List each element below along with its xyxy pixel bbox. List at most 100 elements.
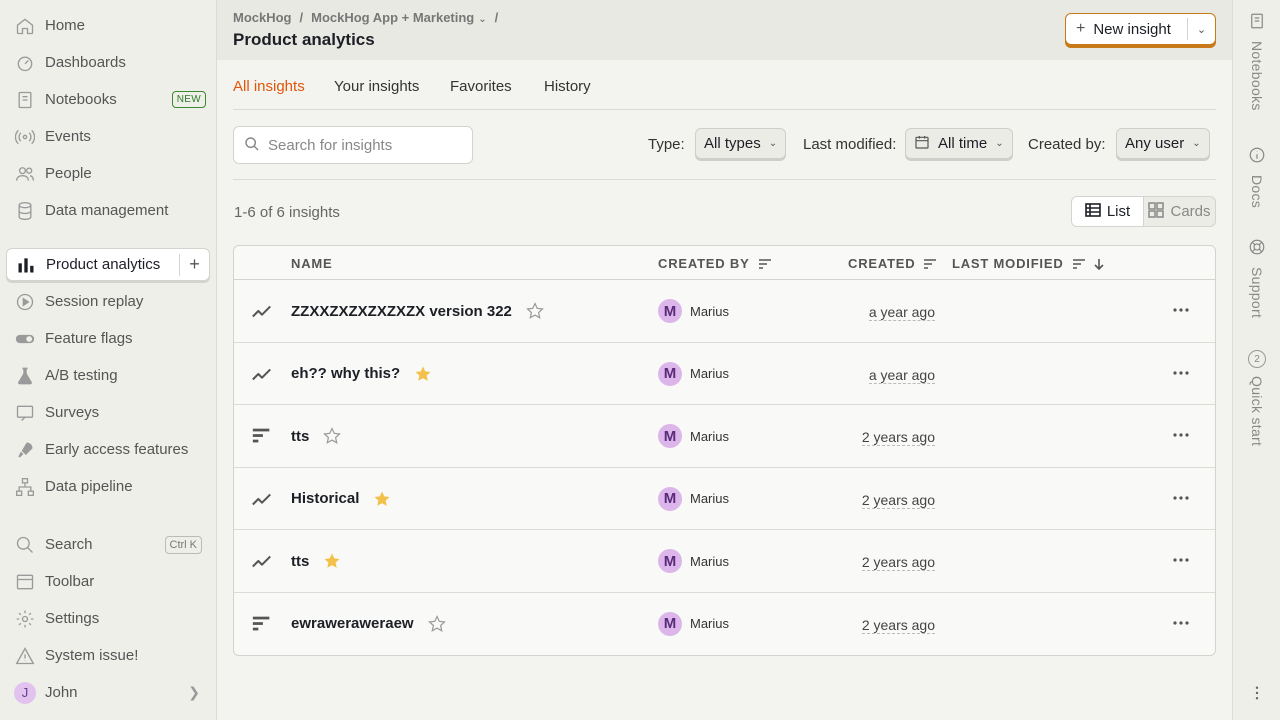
avatar: M [658, 361, 682, 386]
user-menu[interactable]: J John ❯ [6, 676, 210, 709]
list-view-button[interactable]: List [1072, 197, 1144, 226]
table-row[interactable]: ZZXXZXZXZXZXZX version 322 M Marius a year … [234, 280, 1215, 343]
more-options-icon[interactable] [1171, 365, 1191, 381]
calendar-icon [914, 134, 930, 154]
sidebar-item-settings[interactable]: Settings [6, 602, 210, 635]
notebook-icon [14, 89, 36, 111]
breadcrumb: MockHog / MockHog App + Marketing ⌄ / [233, 10, 498, 25]
avatar: M [658, 299, 682, 323]
created-cell: 2 years ago [861, 429, 935, 446]
sidebar-item-home[interactable]: Home [6, 9, 210, 42]
more-options-icon[interactable] [1171, 552, 1191, 568]
user-avatar-wrap: J [14, 681, 36, 704]
created-by-filter-select[interactable]: Any user ⌄ [1116, 128, 1210, 159]
search-icon [244, 136, 260, 155]
insights-table: NAME CREATED BY CREATED LAST MODIFIED ZZ… [233, 245, 1216, 656]
view-toggle: List Cards [1071, 196, 1216, 227]
sidebar-item-feature-flags[interactable]: Feature flags [6, 322, 210, 355]
breadcrumb-org[interactable]: MockHog [233, 10, 292, 25]
sidebar-item-label: Toolbar [45, 573, 95, 590]
sidebar-item-label: Search [45, 536, 93, 553]
column-header-label: CREATED [848, 256, 916, 271]
sidebar-item-label: Home [45, 17, 86, 34]
insight-name-link[interactable]: eh?? why this? [291, 365, 400, 382]
sidebar-item-events[interactable]: Events [6, 120, 210, 153]
table-row[interactable]: tts M Marius 2 years ago [234, 405, 1215, 468]
type-filter-select[interactable]: All types ⌄ [695, 128, 787, 159]
sidebar-item-session-replay[interactable]: Session replay [6, 285, 210, 318]
search-shortcut: Ctrl K [164, 535, 202, 554]
creator-name: Marius [690, 366, 730, 381]
table-row[interactable]: Historical M Marius 2 years ago [234, 468, 1215, 530]
sidebar-item-product-analytics[interactable]: Product analytics + [6, 248, 210, 281]
avatar: M [658, 549, 682, 573]
sidebar-item-system-issue[interactable]: System issue! [6, 639, 210, 672]
column-header-created[interactable]: CREATED [848, 256, 937, 271]
star-filled-icon[interactable] [414, 365, 432, 383]
creator-name: Marius [690, 303, 730, 319]
star-filled-icon[interactable] [323, 552, 341, 570]
rail-item-notebooks[interactable]: Notebooks [1233, 12, 1280, 111]
star-icon[interactable] [427, 614, 446, 633]
avatar: J [14, 681, 36, 704]
user-name: John [45, 684, 78, 701]
created-by-cell: M Marius [658, 549, 729, 573]
star-icon[interactable] [323, 427, 342, 445]
more-options-icon[interactable] [1171, 302, 1191, 318]
search-input[interactable] [268, 136, 458, 154]
table-row[interactable]: ewraweraweraew M Marius 2 years ago [234, 593, 1215, 656]
list-view-label: List [1106, 203, 1131, 220]
sidebar-item-label: Data pipeline [45, 478, 133, 495]
insight-name-link[interactable]: ZZXXZXZXZXZXZX version 322 [291, 303, 512, 320]
sidebar-item-label: Product analytics [46, 256, 161, 273]
chevron-down-icon: ⌄ [1196, 23, 1207, 36]
column-header-name[interactable]: NAME [291, 256, 332, 271]
lifebuoy-icon [1248, 238, 1266, 259]
insight-name-link[interactable]: Historical [291, 490, 359, 507]
tab-all-insights[interactable]: All insights [233, 78, 305, 95]
sidebar-item-notebooks[interactable]: Notebooks NEW [6, 83, 210, 116]
add-insight-button[interactable]: + [179, 253, 209, 276]
column-header-last-modified[interactable]: LAST MODIFIED [952, 256, 1104, 271]
new-insight-button[interactable]: + New insight ⌄ [1065, 13, 1216, 45]
tab-favorites[interactable]: Favorites [450, 78, 512, 95]
sidebar-item-toolbar[interactable]: Toolbar [6, 565, 210, 598]
side-panel-rail: Notebooks Docs Support 2 Quick start [1232, 0, 1280, 720]
created-cell: 2 years ago [861, 491, 935, 509]
sidebar-item-search[interactable]: Search Ctrl K [6, 528, 210, 561]
sidebar-item-data-pipeline[interactable]: Data pipeline [6, 470, 210, 503]
more-options-icon[interactable] [1171, 490, 1191, 506]
column-header-created-by[interactable]: CREATED BY [658, 256, 772, 271]
insight-name-link[interactable]: tts [291, 553, 309, 570]
table-row[interactable]: tts M Marius 2 years ago [234, 530, 1215, 593]
more-options-button[interactable] [1233, 684, 1280, 705]
notebook-icon [1248, 12, 1266, 33]
insight-name-cell: Historical [291, 490, 391, 508]
sidebar-item-data-management[interactable]: Data management [6, 194, 210, 227]
new-insight-dropdown[interactable]: ⌄ [1187, 18, 1215, 40]
tab-history[interactable]: History [544, 78, 591, 95]
insight-name-link[interactable]: tts [291, 428, 309, 445]
table-row[interactable]: eh?? why this? M Marius a year ago [234, 343, 1215, 405]
tab-your-insights[interactable]: Your insights [334, 78, 419, 95]
more-options-icon[interactable] [1171, 615, 1191, 631]
star-icon[interactable] [526, 302, 544, 320]
cards-view-button[interactable]: Cards [1144, 197, 1215, 226]
new-insight-main[interactable]: + New insight [1066, 20, 1187, 38]
modified-filter-select[interactable]: All time ⌄ [905, 128, 1013, 159]
rail-item-quick-start[interactable]: 2 Quick start [1233, 350, 1280, 446]
star-filled-icon[interactable] [373, 490, 391, 508]
rail-item-support[interactable]: Support [1233, 238, 1280, 318]
sidebar-item-dashboards[interactable]: Dashboards [6, 46, 210, 79]
sidebar-item-surveys[interactable]: Surveys [6, 396, 210, 429]
sidebar-item-label: Surveys [45, 404, 100, 421]
rail-item-docs[interactable]: Docs [1233, 146, 1280, 208]
chevron-right-icon: ❯ [188, 684, 200, 700]
breadcrumb-project[interactable]: MockHog App + Marketing ⌄ [311, 10, 487, 25]
sidebar-item-ab-testing[interactable]: A/B testing [6, 359, 210, 392]
sidebar-item-early-access[interactable]: Early access features [6, 433, 210, 466]
sidebar-item-people[interactable]: People [6, 157, 210, 190]
rocket-icon [14, 439, 36, 461]
more-options-icon[interactable] [1171, 427, 1191, 443]
insight-name-link[interactable]: ewraweraweraew [291, 615, 414, 632]
